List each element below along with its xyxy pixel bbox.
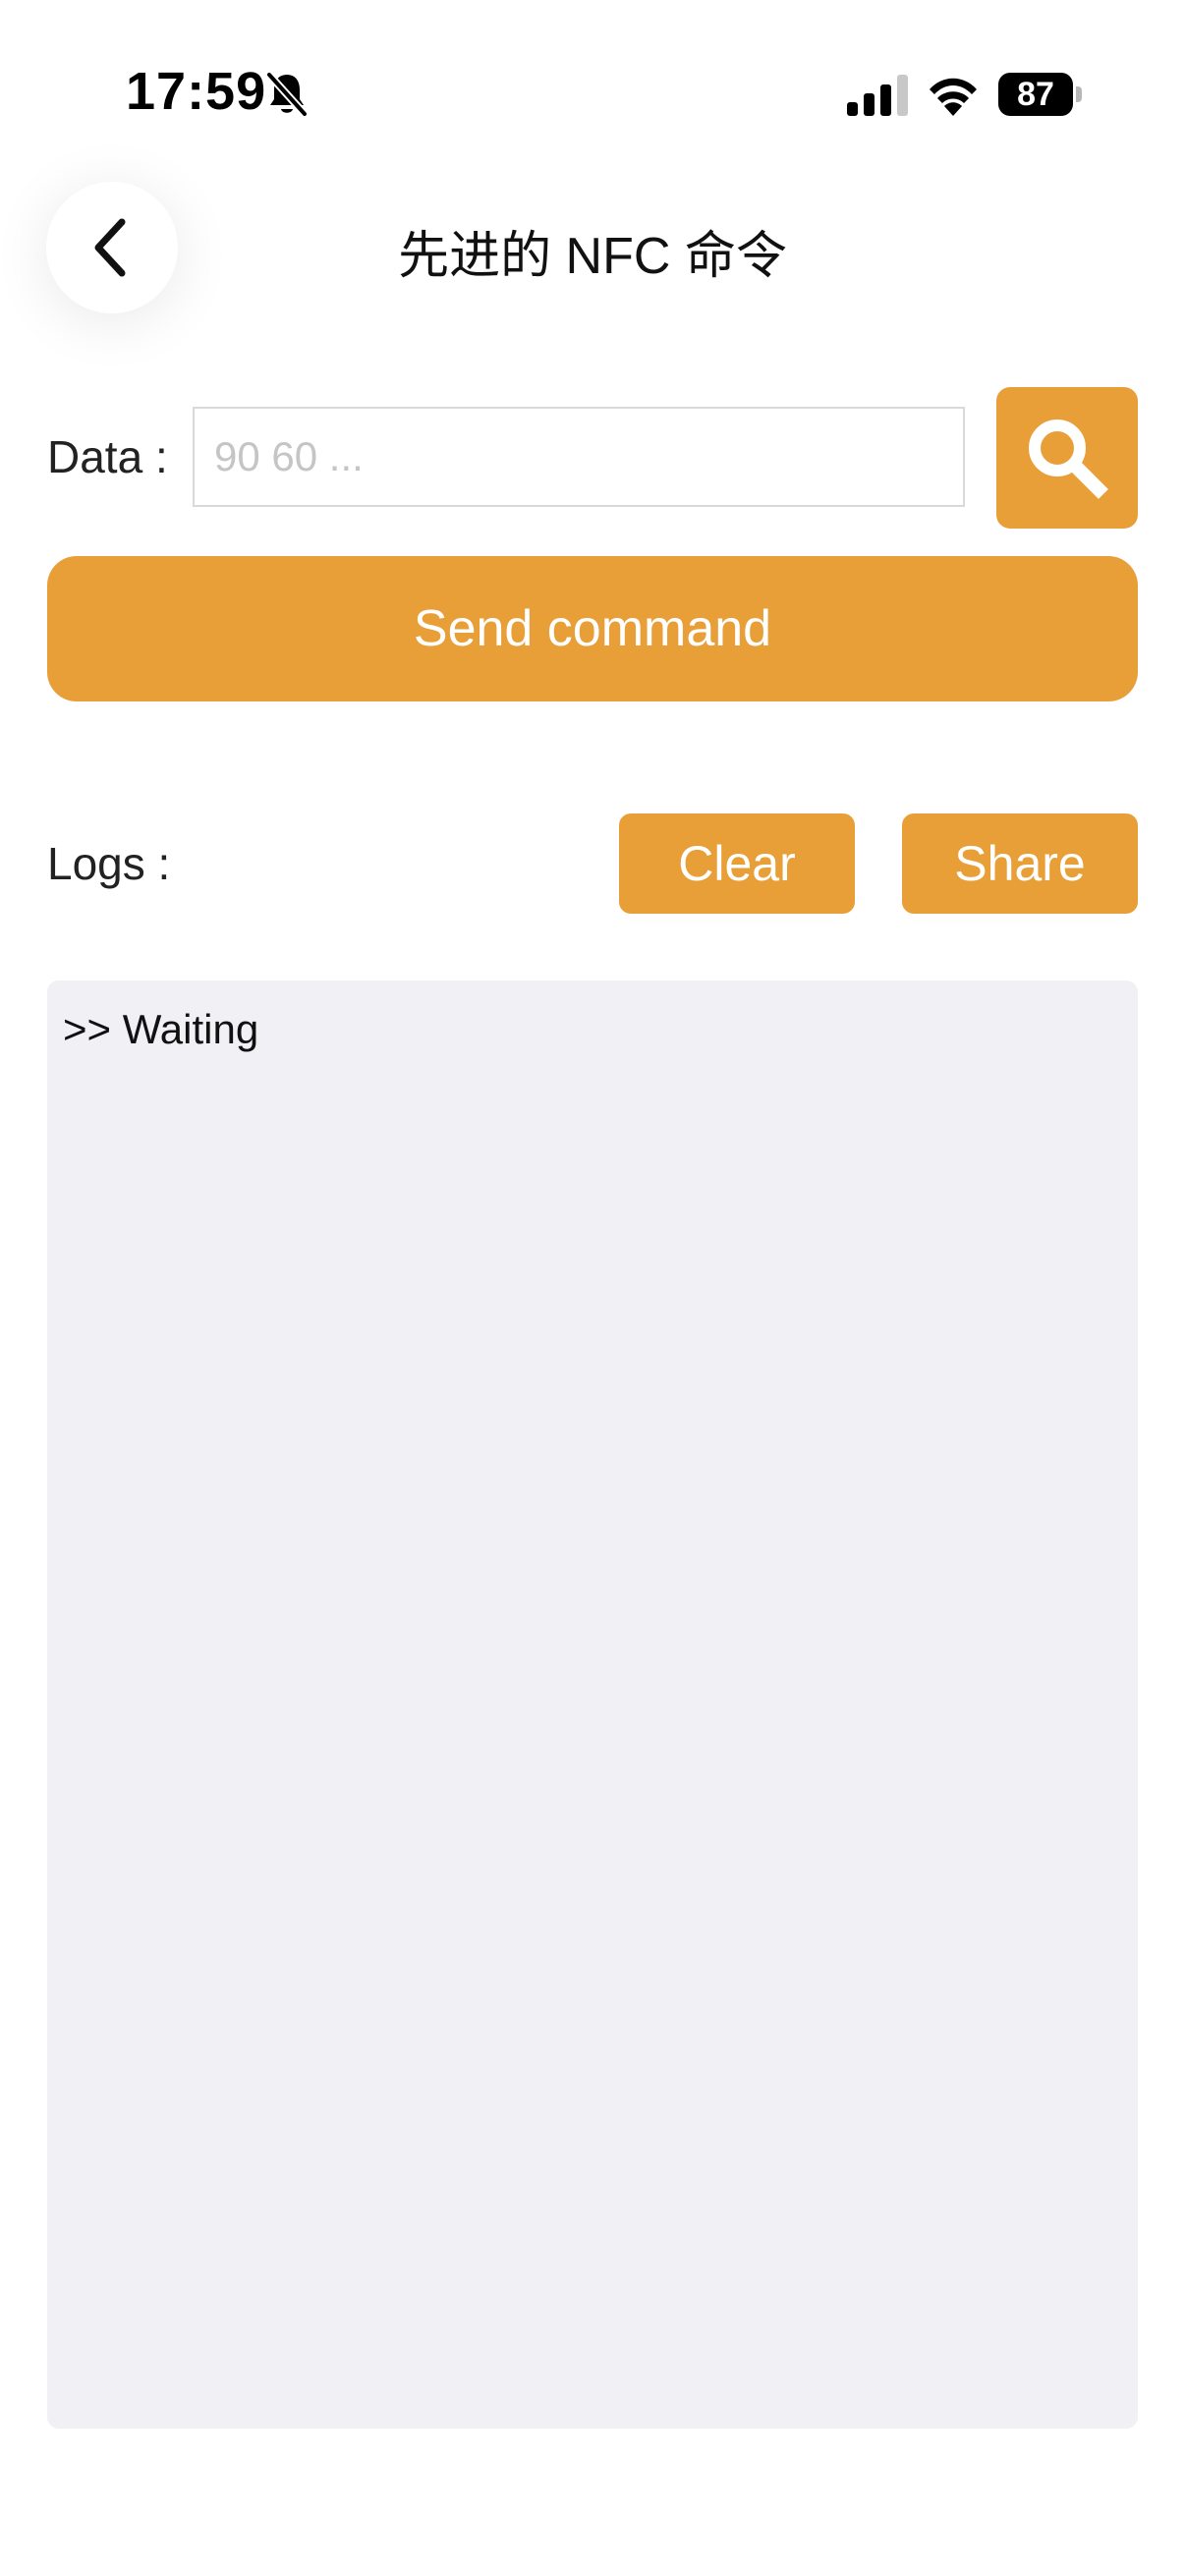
- bell-off-icon: [265, 71, 309, 118]
- chevron-left-icon: [94, 218, 126, 277]
- battery-icon: 87: [998, 73, 1082, 116]
- log-line: >> Waiting: [63, 1006, 259, 1052]
- back-button[interactable]: [46, 182, 178, 313]
- signal-icon: [847, 75, 908, 116]
- send-command-button[interactable]: Send command: [47, 556, 1138, 701]
- data-label: Data :: [47, 431, 168, 482]
- clear-button[interactable]: Clear: [619, 813, 855, 914]
- log-area[interactable]: >> Waiting: [47, 980, 1138, 2429]
- logs-label: Logs :: [47, 838, 171, 889]
- scan-button[interactable]: [996, 387, 1138, 529]
- search-icon: [1029, 420, 1108, 499]
- status-time: 17:59: [126, 62, 267, 121]
- data-input[interactable]: [193, 407, 965, 507]
- nfc-command-screen: 17:59 87 先进的 NFC 命令 Data : 90 60 ... Sen…: [0, 0, 1185, 2576]
- battery-cap: [1076, 86, 1082, 102]
- wifi-icon: [930, 78, 977, 116]
- battery-level: 87: [1017, 75, 1054, 113]
- battery-body: 87: [998, 73, 1073, 116]
- share-button[interactable]: Share: [902, 813, 1138, 914]
- page-title: 先进的 NFC 命令: [398, 228, 787, 285]
